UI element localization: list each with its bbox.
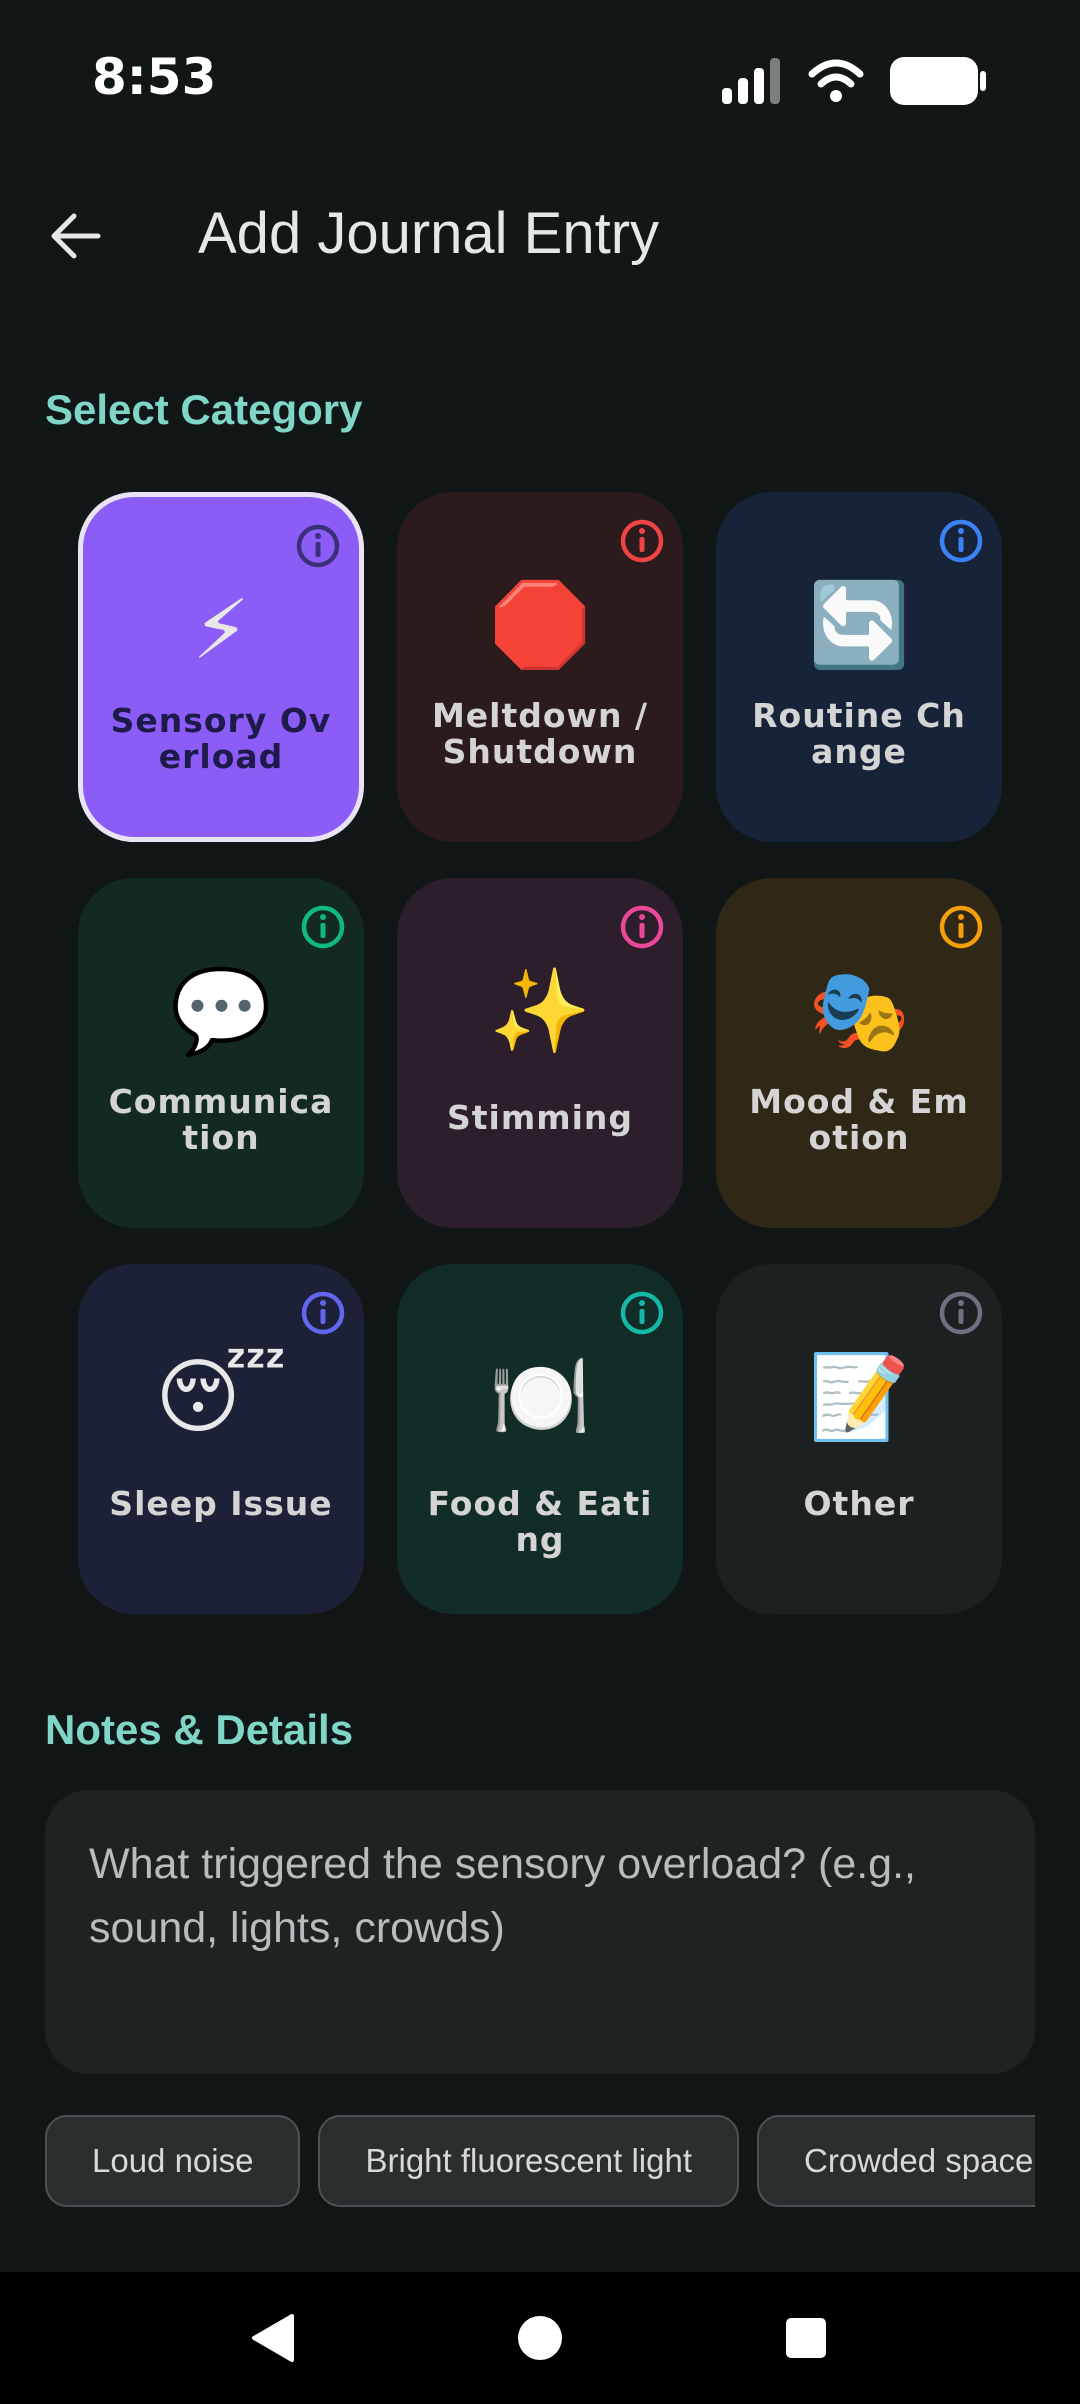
category-label: Communication bbox=[108, 1082, 334, 1157]
category-label: Food & Eating bbox=[427, 1484, 653, 1559]
info-icon[interactable] bbox=[300, 904, 346, 950]
signal-icon bbox=[722, 58, 780, 104]
suggestion-chip[interactable]: Bright fluorescent light bbox=[318, 2115, 739, 2207]
info-icon[interactable] bbox=[938, 904, 984, 950]
info-icon[interactable] bbox=[295, 523, 341, 569]
suggestion-chip[interactable]: Loud noise bbox=[45, 2115, 301, 2207]
category-tile-stimming[interactable]: ✨ Stimming bbox=[397, 878, 683, 1228]
category-label: Routine Change bbox=[752, 696, 966, 771]
category-label: Stimming bbox=[446, 1098, 634, 1137]
nav-back-button[interactable] bbox=[232, 2298, 312, 2378]
back-triangle-icon bbox=[252, 2314, 294, 2362]
theater-masks-icon: 🎭 bbox=[807, 964, 911, 1059]
info-icon[interactable] bbox=[619, 904, 665, 950]
refresh-icon: 🔄 bbox=[807, 578, 911, 673]
info-icon[interactable] bbox=[619, 518, 665, 564]
back-button[interactable] bbox=[44, 204, 108, 268]
category-tile-sensory-overload[interactable]: ⚡ Sensory Overload bbox=[78, 492, 364, 842]
notes-field bbox=[45, 1790, 1035, 2074]
category-label: Sensory Overload bbox=[110, 701, 332, 776]
memo-icon: 📝 bbox=[807, 1350, 911, 1445]
category-tile-routine-change[interactable]: 🔄 Routine Change bbox=[716, 492, 1002, 842]
category-tile-communication[interactable]: 💬 Communication bbox=[78, 878, 364, 1228]
speech-bubble-icon: 💬 bbox=[169, 964, 273, 1059]
plate-cutlery-icon: 🍽️ bbox=[488, 1350, 592, 1445]
status-time: 8:53 bbox=[92, 48, 217, 106]
info-icon[interactable] bbox=[938, 518, 984, 564]
arrow-left-icon bbox=[51, 213, 101, 259]
status-bar: 8:53 bbox=[0, 0, 1080, 160]
category-tile-other[interactable]: 📝 Other bbox=[716, 1264, 1002, 1614]
suggestion-chips: Loud noise Bright fluorescent light Crowde… bbox=[45, 2115, 1035, 2215]
recents-square-icon bbox=[786, 2318, 826, 2358]
suggestion-chip[interactable]: Crowded space bbox=[757, 2115, 1035, 2207]
nav-home-button[interactable] bbox=[500, 2298, 580, 2378]
category-grid: ⚡ Sensory Overload 🛑 Meltdown / Shutdown… bbox=[78, 492, 1002, 1614]
category-tile-meltdown-shutdown[interactable]: 🛑 Meltdown / Shutdown bbox=[397, 492, 683, 842]
category-label: Other bbox=[803, 1484, 915, 1523]
category-tile-food-eating[interactable]: 🍽️ Food & Eating bbox=[397, 1264, 683, 1614]
battery-icon bbox=[890, 57, 986, 105]
info-icon[interactable] bbox=[619, 1290, 665, 1336]
sleeping-face-icon: 😴 bbox=[155, 1350, 287, 1445]
info-icon[interactable] bbox=[300, 1290, 346, 1336]
category-label: Mood & Emotion bbox=[749, 1082, 969, 1157]
wifi-icon bbox=[808, 59, 864, 102]
category-tile-mood-emotion[interactable]: 🎭 Mood & Emotion bbox=[716, 878, 1002, 1228]
page-title: Add Journal Entry bbox=[198, 201, 660, 266]
notes-input[interactable] bbox=[89, 1832, 991, 2032]
category-label: Meltdown / Shutdown bbox=[431, 696, 649, 771]
lightning-icon: ⚡ bbox=[192, 583, 250, 678]
status-icons bbox=[720, 56, 988, 106]
info-icon[interactable] bbox=[938, 1290, 984, 1336]
nav-recents-button[interactable] bbox=[766, 2298, 846, 2378]
category-label: Sleep Issue bbox=[109, 1484, 333, 1523]
system-nav-bar bbox=[0, 2272, 1080, 2404]
sparkles-icon: ✨ bbox=[488, 964, 592, 1059]
category-tile-sleep-issue[interactable]: 😴 Sleep Issue bbox=[78, 1264, 364, 1614]
stop-sign-icon: 🛑 bbox=[488, 578, 592, 673]
notes-heading: Notes & Details bbox=[45, 1706, 354, 1753]
select-category-heading: Select Category bbox=[45, 386, 363, 433]
home-circle-icon bbox=[518, 2316, 562, 2360]
app-bar: Add Journal Entry bbox=[0, 180, 1080, 290]
